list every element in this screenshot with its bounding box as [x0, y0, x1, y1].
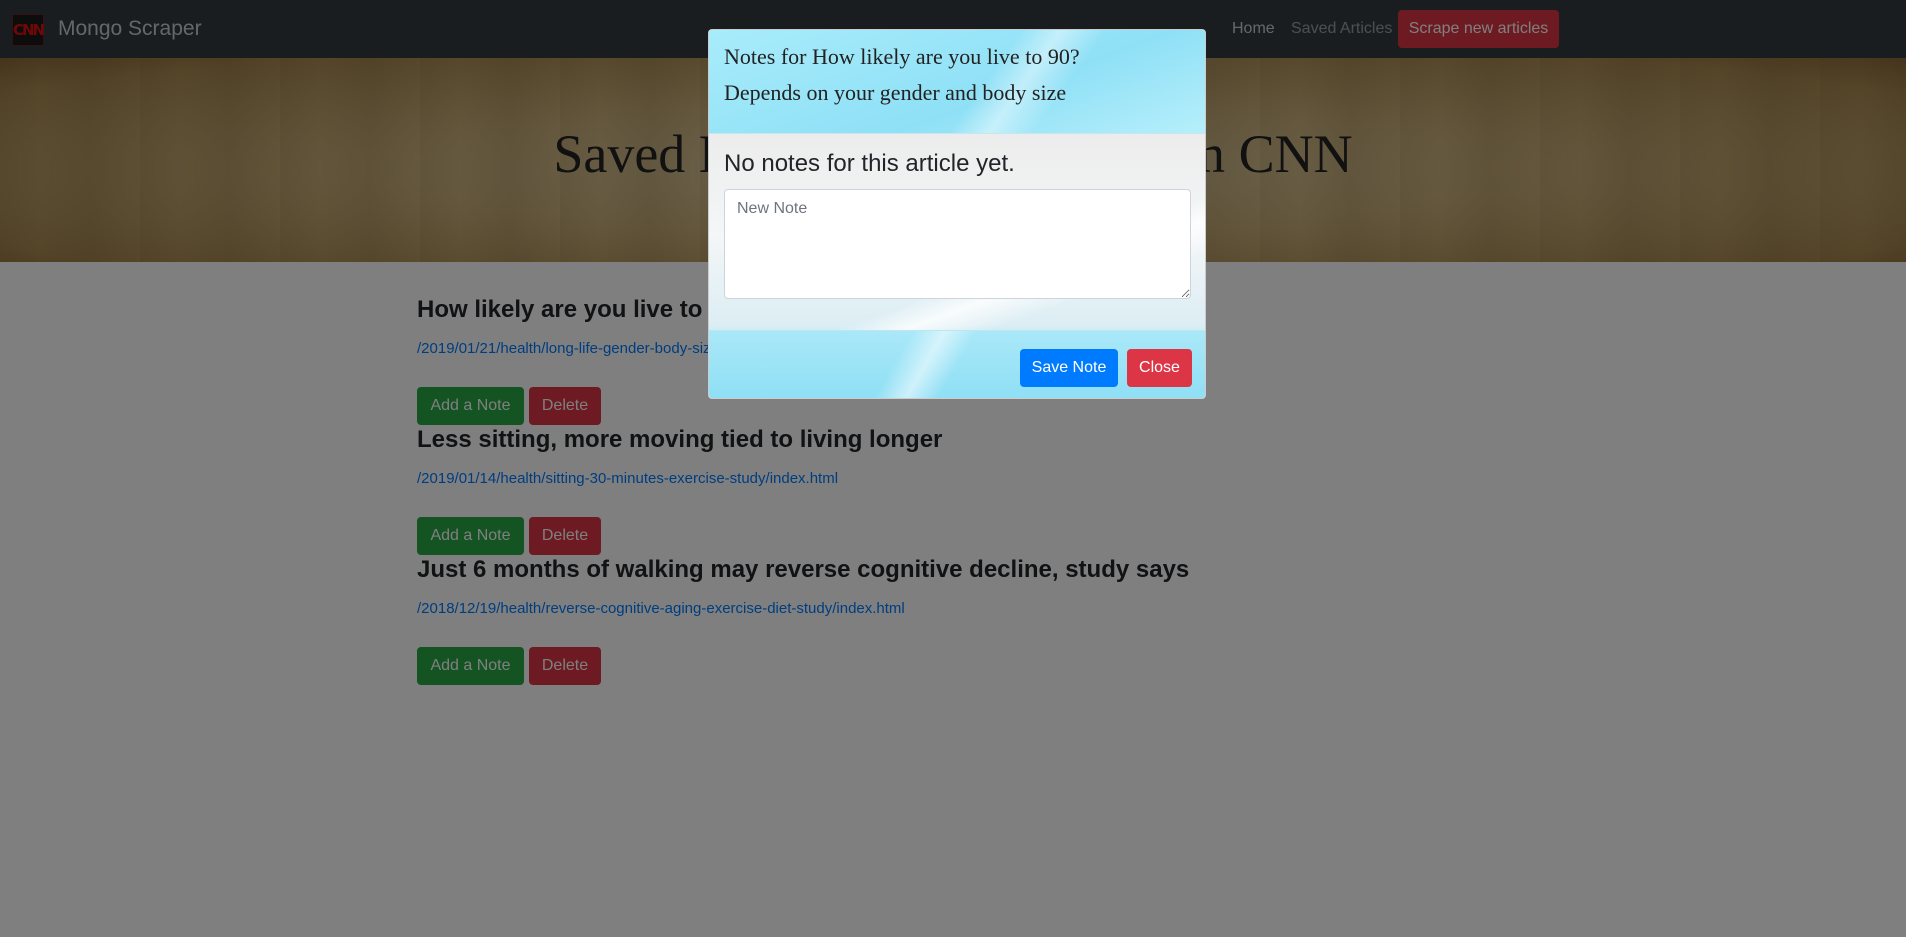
modal-subtitle: Depends on your gender and body size: [724, 80, 1067, 105]
modal-footer: Save Note Close: [709, 330, 1205, 398]
save-note-button[interactable]: Save Note: [1020, 349, 1118, 387]
modal-header: Notes for How likely are you live to 90?…: [709, 30, 1205, 134]
notes-modal: Notes for How likely are you live to 90?…: [708, 29, 1206, 399]
modal-body: No notes for this article yet.: [709, 134, 1205, 358]
close-button[interactable]: Close: [1127, 349, 1192, 387]
new-note-textarea[interactable]: [724, 189, 1191, 299]
modal-title: Notes for How likely are you live to 90?: [724, 44, 1080, 69]
no-notes-message: No notes for this article yet.: [724, 150, 1015, 177]
